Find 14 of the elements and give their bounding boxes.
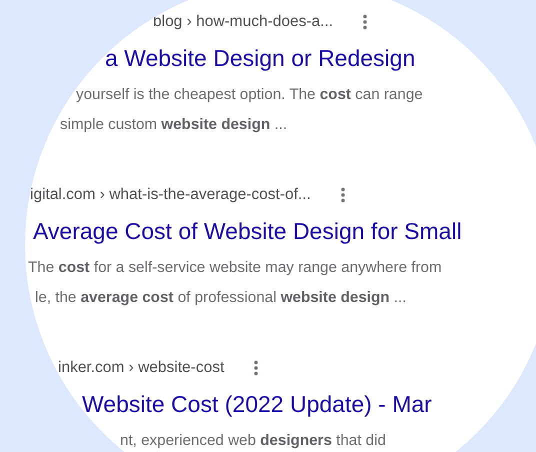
result-snippet: simple custom website design ... <box>60 116 288 133</box>
result-url[interactable]: blog › how-much-does-a... <box>153 13 334 31</box>
result-url[interactable]: inker.com › website-cost <box>58 359 224 377</box>
more-options-icon[interactable] <box>363 14 368 30</box>
result-title-link[interactable]: a Website Design or Redesign <box>105 43 416 73</box>
result-snippet: nt, experienced web designers that did <box>120 432 386 449</box>
more-options-icon[interactable] <box>340 187 345 203</box>
result-title-link[interactable]: Website Cost (2022 Update) - Mar <box>82 389 432 419</box>
result-snippet: The cost for a self-service website may range anywhere from <box>28 259 442 276</box>
result-snippet: le, the average cost of professional website design ... <box>35 289 406 306</box>
result-url[interactable]: igital.com › what-is-the-average-cost-of... <box>30 186 311 204</box>
more-options-icon[interactable] <box>254 360 258 376</box>
result-title-link[interactable]: Average Cost of Website Design for Small <box>33 216 462 246</box>
result-snippet: yourself is the cheapest option. The cost can range <box>76 86 423 103</box>
